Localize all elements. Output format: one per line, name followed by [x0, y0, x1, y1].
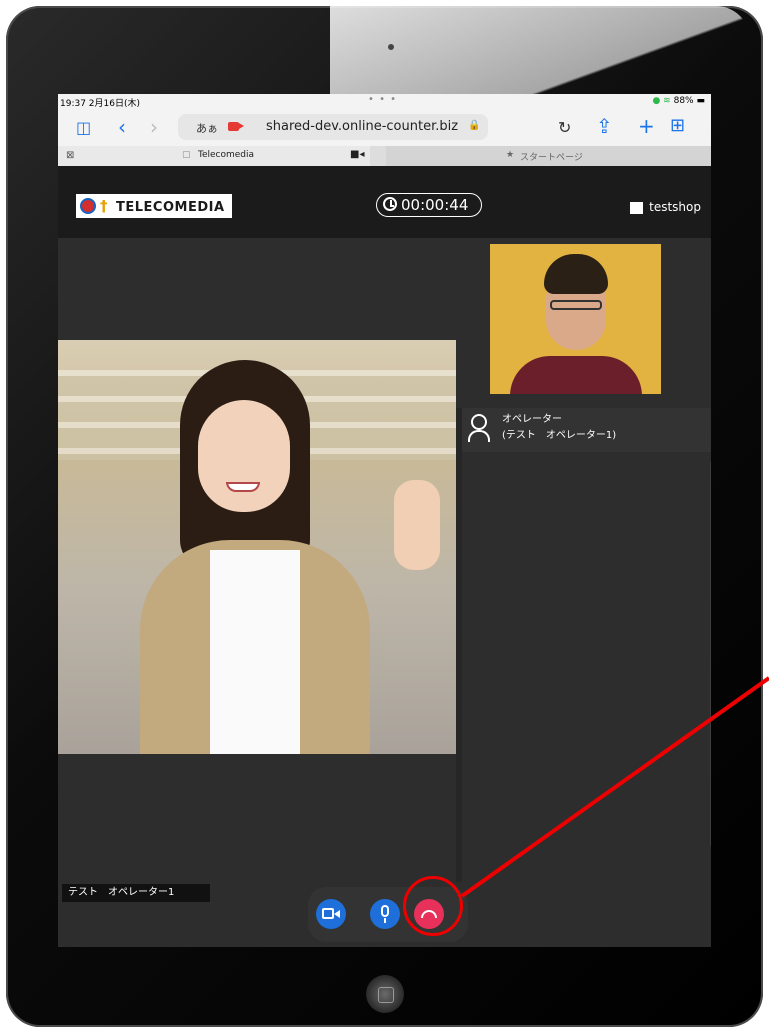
- annotation-line: [460, 676, 769, 898]
- annotation-arrow: [460, 676, 769, 898]
